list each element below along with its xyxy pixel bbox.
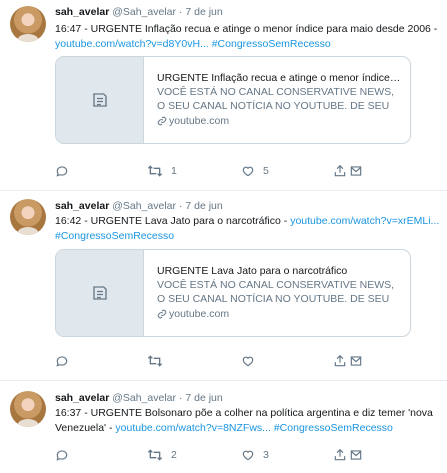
user-name[interactable]: sah_avelar — [55, 200, 109, 212]
link-preview-card[interactable]: URGENTE Inflação recua e atinge o menor … — [55, 56, 411, 144]
link-icon — [157, 116, 167, 126]
separator-dot: · — [178, 200, 183, 212]
share-button[interactable] — [333, 448, 363, 462]
reply-icon — [56, 166, 68, 177]
user-name[interactable]: sah_avelar — [55, 392, 109, 404]
card-thumbnail — [56, 57, 144, 143]
card-body: URGENTE Lava Jato para o narcotráfico VO… — [157, 264, 403, 321]
like-icon — [242, 450, 254, 461]
separator-dot: · — [178, 6, 183, 18]
tweet-header: sah_avelar @Sah_avelar · 7 de jun — [55, 199, 223, 213]
reply-icon — [56, 356, 68, 367]
hashtag-link[interactable]: #CongressoSemRecesso — [55, 230, 174, 242]
share-icon — [334, 354, 346, 367]
retweet-count: 1 — [171, 165, 177, 177]
card-domain: youtube.com — [157, 307, 403, 321]
card-domain: youtube.com — [157, 114, 403, 128]
hashtag-link[interactable]: #CongressoSemRecesso — [212, 38, 331, 50]
tweet-link[interactable]: youtube.com/watch?v=xrEMLi... — [290, 215, 439, 227]
retweet-button[interactable]: 1 — [147, 164, 177, 178]
card-description: VOCÊ ESTÁ NO CANAL CONSERVATIVE NEWS, O … — [157, 86, 395, 112]
retweet-button[interactable]: 2 — [147, 448, 177, 462]
tweet-actions: 2 3 — [55, 448, 385, 464]
share-button[interactable] — [333, 164, 363, 178]
document-icon — [92, 286, 107, 300]
share-icon — [334, 448, 346, 461]
reply-button[interactable] — [55, 448, 69, 462]
retweet-icon — [147, 449, 163, 461]
like-button[interactable]: 5 — [241, 164, 269, 178]
like-icon — [242, 356, 254, 367]
card-title: URGENTE Lava Jato para o narcotráfico — [157, 265, 348, 277]
retweet-count: 2 — [171, 449, 177, 461]
share-button[interactable] — [333, 354, 363, 368]
tweet-link[interactable]: youtube.com/watch?v=8NZFws... — [115, 422, 271, 434]
card-domain-text: youtube.com — [169, 308, 230, 320]
tweet-date[interactable]: 7 de jun — [185, 392, 222, 404]
tweet-body: 16:47 - URGENTE Inflação recua e atinge … — [55, 23, 438, 35]
tweet[interactable]: sah_avelar @Sah_avelar · 7 de jun 16:47 … — [0, 0, 447, 191]
link-icon — [157, 309, 167, 319]
card-description: VOCÊ ESTÁ NO CANAL CONSERVATIVE NEWS, O … — [157, 279, 395, 305]
tweet-header: sah_avelar @Sah_avelar · 7 de jun — [55, 5, 223, 19]
card-title: URGENTE Inflação recua e atinge o menor … — [157, 72, 403, 84]
avatar[interactable] — [10, 6, 46, 42]
dm-icon[interactable] — [349, 354, 363, 368]
dm-icon[interactable] — [349, 164, 363, 178]
card-domain-text: youtube.com — [169, 115, 230, 127]
tweet-date[interactable]: 7 de jun — [185, 6, 222, 18]
avatar[interactable] — [10, 391, 46, 427]
tweet-date[interactable]: 7 de jun — [185, 200, 222, 212]
reply-button[interactable] — [55, 164, 69, 178]
like-button[interactable] — [241, 354, 263, 368]
tweet[interactable]: sah_avelar @Sah_avelar · 7 de jun 16:37 … — [0, 381, 447, 473]
tweet-link[interactable]: youtube.com/watch?v=d8Y0vH... — [55, 38, 209, 50]
link-preview-card[interactable]: URGENTE Lava Jato para o narcotráfico VO… — [55, 249, 411, 337]
separator-dot: · — [178, 392, 183, 404]
user-handle[interactable]: @Sah_avelar — [112, 6, 176, 18]
reply-button[interactable] — [55, 354, 69, 368]
card-body: URGENTE Inflação recua e atinge o menor … — [157, 71, 403, 128]
tweet-actions: 1 5 — [55, 164, 385, 180]
user-handle[interactable]: @Sah_avelar — [112, 392, 176, 404]
tweet[interactable]: sah_avelar @Sah_avelar · 7 de jun 16:42 … — [0, 191, 447, 381]
reply-icon — [56, 450, 68, 461]
tweet-text: 16:42 - URGENTE Lava Jato para o narcotr… — [55, 214, 440, 244]
like-count: 3 — [263, 449, 269, 461]
user-name[interactable]: sah_avelar — [55, 6, 109, 18]
retweet-icon — [147, 355, 163, 367]
retweet-icon — [147, 165, 163, 177]
user-handle[interactable]: @Sah_avelar — [112, 200, 176, 212]
tweet-timeline: sah_avelar @Sah_avelar · 7 de jun 16:47 … — [0, 0, 447, 473]
share-icon — [334, 164, 346, 177]
dm-icon[interactable] — [349, 448, 363, 462]
tweet-text: 16:47 - URGENTE Inflação recua e atinge … — [55, 22, 440, 52]
retweet-button[interactable] — [147, 354, 171, 368]
hashtag-link[interactable]: #CongressoSemRecesso — [274, 422, 393, 434]
like-count: 5 — [263, 165, 269, 177]
tweet-actions — [55, 354, 385, 370]
document-icon — [92, 93, 107, 107]
tweet-text: 16:37 - URGENTE Bolsonaro põe a colher n… — [55, 406, 440, 436]
avatar[interactable] — [10, 199, 46, 235]
card-thumbnail — [56, 250, 144, 336]
tweet-header: sah_avelar @Sah_avelar · 7 de jun — [55, 391, 223, 405]
like-icon — [242, 166, 254, 177]
tweet-body: 16:42 - URGENTE Lava Jato para o narcotr… — [55, 215, 291, 227]
like-button[interactable]: 3 — [241, 448, 269, 462]
